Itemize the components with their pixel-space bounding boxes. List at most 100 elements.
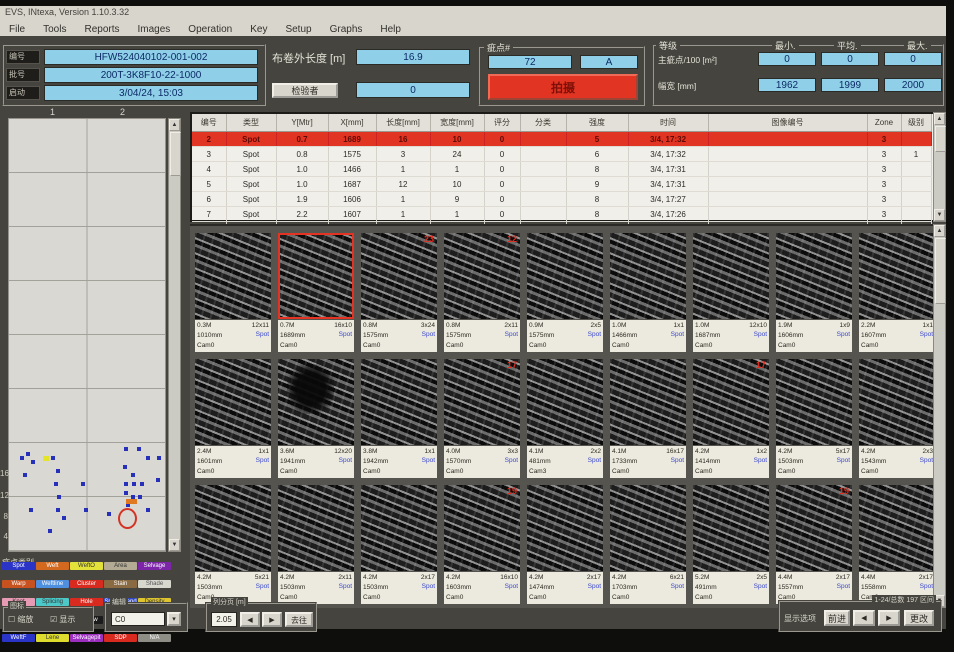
defect-marker[interactable] — [132, 482, 136, 486]
column-header[interactable]: Y[Mtr] — [276, 114, 328, 132]
table-row[interactable]: 5Spot1.016871210093/4, 17:313 — [192, 177, 931, 192]
fabric-image[interactable] — [195, 359, 271, 445]
table-row[interactable]: 2Spot0.716891610053/4, 17:323 — [192, 132, 931, 147]
column-header[interactable]: 编号 — [192, 114, 226, 132]
defect-thumbnail[interactable]: 0.9M1575mmCam02x5Spot — [527, 233, 603, 352]
legend-button-hole[interactable]: Hole — [70, 598, 103, 606]
show-checkbox[interactable]: ☑ 显示 — [50, 614, 75, 625]
fabric-image[interactable] — [527, 359, 603, 445]
defect-marker[interactable] — [62, 516, 66, 520]
column-header[interactable]: 类型 — [226, 114, 276, 132]
selected-defect-circle[interactable] — [118, 508, 137, 529]
table-row[interactable]: 6Spot1.9160619083/4, 17:273 — [192, 192, 931, 207]
defect-thumbnail[interactable]: 4.2M1503mmCam02x11Spot — [278, 485, 354, 604]
page-go-button[interactable]: 去往 — [285, 612, 313, 627]
fabric-image[interactable]: 19 — [444, 485, 520, 571]
defect-thumbnail[interactable]: 5.2M491mmCam02x5Spot — [693, 485, 769, 604]
defect-marker[interactable] — [140, 482, 144, 486]
defect-thumbnail[interactable]: 120.8M1575mmCam02x11Spot — [444, 233, 520, 352]
table-scroll-down-icon[interactable]: ▼ — [934, 209, 945, 221]
fabric-image[interactable] — [859, 233, 935, 319]
edit-dropdown[interactable]: C0 — [111, 612, 165, 626]
fabric-image[interactable] — [361, 359, 437, 445]
legend-button-wefto[interactable]: WeftO — [70, 562, 103, 570]
map-scroll-up-icon[interactable]: ▲ — [169, 119, 180, 131]
inspector-button[interactable]: 检验者 — [272, 83, 338, 98]
defect-marker[interactable] — [23, 473, 27, 477]
defect-thumbnail[interactable]: 4.2M1474mmCam02x17Spot — [527, 485, 603, 604]
column-header[interactable]: 宽度[mm] — [430, 114, 484, 132]
defect-marker[interactable] — [26, 452, 30, 456]
column-header[interactable]: 评分 — [484, 114, 520, 132]
fabric-image[interactable] — [693, 485, 769, 571]
table-scroll-up-icon[interactable]: ▲ — [934, 113, 945, 125]
defect-thumbnail[interactable]: 2.4M1601mmCam01x1Spot — [195, 359, 271, 478]
legend-button-weftf[interactable]: WeftF — [2, 634, 35, 642]
map-scrollbar[interactable]: ▲ ▼ — [168, 118, 181, 552]
thumbnail-scrollbar[interactable]: ▲ ▼ — [933, 224, 946, 608]
fabric-image[interactable] — [195, 485, 271, 571]
table-row[interactable]: 3Spot0.81575324063/4, 17:3231 — [192, 147, 931, 162]
defect-marker[interactable] — [81, 482, 85, 486]
thumbnail-scrollbar-thumb[interactable] — [935, 238, 946, 304]
defect-thumbnail[interactable]: 174.2M1414mmCam01x2Spot — [693, 359, 769, 478]
defect-thumbnail[interactable]: 3.6M1941mmCam012x20Spot — [278, 359, 354, 478]
defect-marker[interactable] — [124, 447, 128, 451]
zoom-checkbox[interactable]: ☐ 缩放 — [8, 614, 33, 625]
fabric-image[interactable] — [610, 359, 686, 445]
defect-marker[interactable] — [131, 473, 135, 477]
defect-thumbnail[interactable]: 194.2M1603mmCam016x10Spot — [444, 485, 520, 604]
defect-thumbnail[interactable]: 4.1M1733mmCam016x17Spot — [610, 359, 686, 478]
defect-marker[interactable] — [124, 491, 128, 495]
legend-button-lene[interactable]: Lene — [36, 634, 69, 642]
nav-next-button[interactable]: ▶ — [878, 610, 900, 626]
nav-first-button[interactable]: 前进 — [824, 610, 850, 626]
fabric-image[interactable] — [527, 233, 603, 319]
defect-thumbnail[interactable]: 4.4M1558mmCam02x17Spot — [859, 485, 935, 604]
table-row[interactable]: 4Spot1.0146611083/4, 17:313 — [192, 162, 931, 177]
defect-marker[interactable] — [56, 508, 60, 512]
column-header[interactable]: 时间 — [628, 114, 708, 132]
defect-marker[interactable] — [107, 512, 111, 516]
legend-button-weft[interactable]: Weft — [36, 562, 69, 570]
legend-button-shade[interactable]: Shade — [138, 580, 171, 588]
table-scrollbar[interactable]: ▲ ▼ — [933, 112, 946, 222]
defect-thumbnail[interactable]: 4.2M1543mmCam02x3Spot — [859, 359, 935, 478]
fabric-image[interactable] — [693, 233, 769, 319]
defect-marker[interactable] — [146, 456, 150, 460]
defect-thumbnail[interactable]: 0.3M1010mmCam012x11Spot — [195, 233, 271, 352]
defect-marker[interactable] — [156, 478, 160, 482]
defect-thumbnail[interactable]: 174.0M1570mmCam03x3Spot — [444, 359, 520, 478]
defect-thumbnail[interactable]: 0.7M1689mmCam016x10Spot — [278, 233, 354, 352]
fabric-image[interactable] — [527, 485, 603, 571]
nav-last-button[interactable]: 更改 — [904, 610, 934, 626]
defect-marker[interactable] — [20, 456, 24, 460]
nav-prev-button[interactable]: ◀ — [853, 610, 875, 626]
defect-marker[interactable] — [51, 456, 55, 460]
legend-button-stain[interactable]: Stain — [104, 580, 137, 588]
fabric-image[interactable]: 12 — [444, 233, 520, 319]
defect-marker[interactable] — [29, 508, 33, 512]
column-header[interactable]: 分类 — [520, 114, 566, 132]
legend-button-warp[interactable]: Warp — [2, 580, 35, 588]
map-scroll-down-icon[interactable]: ▼ — [169, 539, 180, 551]
defect-thumbnail[interactable]: 3.8M1942mmCam01x1Spot — [361, 359, 437, 478]
legend-button-selvagepit[interactable]: Selvagepit — [70, 634, 103, 642]
column-header[interactable]: X[mm] — [328, 114, 376, 132]
edit-dropdown-arrow-icon[interactable]: ▾ — [167, 612, 181, 626]
defect-marker[interactable] — [56, 469, 60, 473]
defect-thumbnail[interactable]: 1.9M1606mmCam01x9Spot — [776, 233, 852, 352]
column-header[interactable]: 级别 — [901, 114, 931, 132]
fabric-image[interactable] — [610, 485, 686, 571]
legend-button-sdp[interactable]: SDP — [104, 634, 137, 642]
fabric-image[interactable] — [195, 233, 271, 319]
page-value-field[interactable]: 2.05 — [211, 612, 237, 627]
fabric-image[interactable] — [776, 359, 852, 445]
fabric-image[interactable]: 19 — [776, 485, 852, 571]
defect-map[interactable]: 161284 — [8, 118, 166, 552]
legend-button-n-a[interactable]: N/A — [138, 634, 171, 642]
fabric-image[interactable] — [278, 233, 354, 319]
defect-thumbnail[interactable]: 4.2M1503mmCam02x17Spot — [361, 485, 437, 604]
fabric-image[interactable] — [361, 485, 437, 571]
fabric-image[interactable]: 17 — [693, 359, 769, 445]
